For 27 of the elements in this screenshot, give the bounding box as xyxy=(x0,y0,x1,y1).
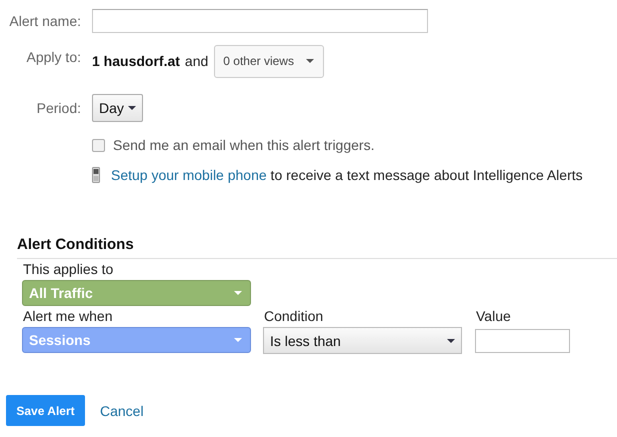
joiner-text: and xyxy=(184,53,208,69)
caret-icon xyxy=(128,106,136,110)
field-label: This applies to xyxy=(23,261,114,277)
condition-dropdown[interactable]: Is less than xyxy=(263,327,462,354)
phone-icon xyxy=(92,167,100,183)
checkbox[interactable] xyxy=(92,138,105,152)
field-label: Apply to: xyxy=(26,48,81,65)
caret-icon xyxy=(306,59,314,63)
views-dropdown[interactable]: 0 other views xyxy=(214,44,324,78)
field-label: Alert name: xyxy=(8,13,81,29)
save-button[interactable]: Save Alert xyxy=(6,395,85,426)
section-heading: Alert Conditions xyxy=(17,236,617,259)
setup-link[interactable]: Setup your mobile phone xyxy=(111,167,267,183)
input-field[interactable] xyxy=(92,9,428,33)
field-label: Period: xyxy=(36,100,81,116)
value-field[interactable] xyxy=(475,329,570,353)
period-dropdown[interactable]: Day xyxy=(92,94,143,122)
caret-icon xyxy=(234,291,242,295)
cancel-link[interactable]: Cancel xyxy=(100,402,144,418)
checkbox-label: Send me an email when this alert triggers. xyxy=(113,137,374,153)
field-label: Condition xyxy=(264,308,324,324)
field-label: Value xyxy=(476,308,512,324)
caret-icon xyxy=(447,338,455,342)
mobile-sentence: Setup your mobile phone to receive a text message about Intelligence Alerts xyxy=(111,167,583,183)
field-label: Alert me when xyxy=(23,308,114,324)
view-name: 1 hausdorf.at xyxy=(92,53,180,69)
caret-icon xyxy=(234,338,242,342)
